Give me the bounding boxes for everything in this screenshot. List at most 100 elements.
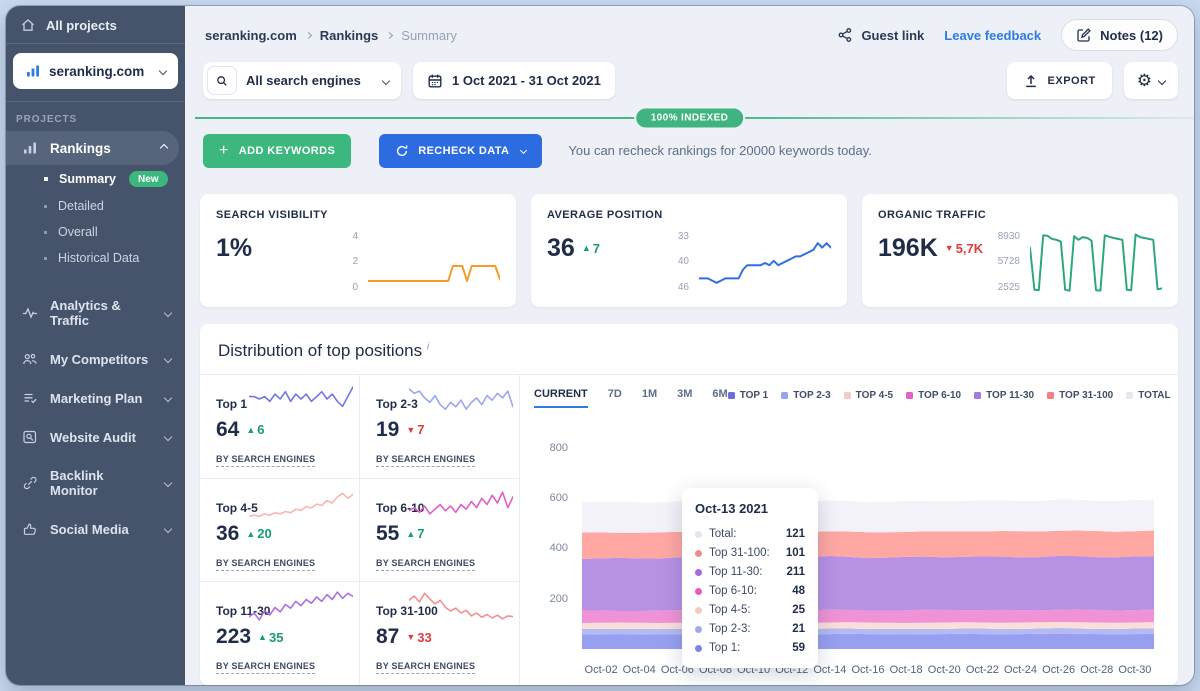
sidebar-item-detailed[interactable]: Detailed <box>6 193 185 219</box>
legend-top-1[interactable]: TOP 1 <box>728 390 769 401</box>
stacked-area-plot[interactable] <box>582 448 1154 649</box>
settings-button[interactable]: ⚙ <box>1124 62 1178 99</box>
down-arrow-icon: ▼ <box>406 632 415 642</box>
average-position-card[interactable]: AVERAGE POSITION 36 ▲7 334046 <box>531 194 847 307</box>
y-axis-ticks: 893057282525 <box>986 230 1020 296</box>
search-engines-select[interactable]: All search engines <box>203 62 401 99</box>
by-search-engines-toggle[interactable]: BY SEARCH ENGINES <box>216 454 315 467</box>
legend-swatch <box>1126 392 1133 399</box>
mini-stat-top-1[interactable]: Top 1 64 ▲6 BY SEARCH ENGINES <box>200 375 359 478</box>
bullet-icon <box>44 177 48 181</box>
project-selector[interactable]: seranking.com <box>13 53 178 89</box>
tab-3m[interactable]: 3M <box>677 388 692 408</box>
legend-top-2-3[interactable]: TOP 2-3 <box>781 390 830 401</box>
sidebar-item-rankings[interactable]: Rankings <box>6 131 179 165</box>
notes-label: Notes (12) <box>1100 28 1163 43</box>
by-search-engines-toggle[interactable]: BY SEARCH ENGINES <box>376 558 475 571</box>
tab-6m[interactable]: 6M <box>712 388 727 408</box>
chart-legend: TOP 1 TOP 2-3 TOP 4-5 TOP 6-10 TOP 11-30… <box>728 388 1171 401</box>
search-visibility-card[interactable]: SEARCH VISIBILITY 1% 420 <box>200 194 516 307</box>
top2-3-sparkline <box>409 382 513 416</box>
top-31-100-dot-icon <box>695 550 702 557</box>
export-button[interactable]: EXPORT <box>1007 62 1112 99</box>
chevron-up-icon <box>160 144 168 152</box>
breadcrumb-project[interactable]: seranking.com <box>205 28 297 43</box>
add-keywords-button[interactable]: + ADD KEYWORDS <box>203 134 351 168</box>
date-range-picker[interactable]: 1 Oct 2021 - 31 Oct 2021 <box>413 62 615 99</box>
positions-chart-pane: CURRENT 7D 1M 3M 6M TOP 1 TOP 2-3 TOP 4-… <box>520 375 1178 685</box>
export-icon <box>1023 73 1039 89</box>
by-search-engines-toggle[interactable]: BY SEARCH ENGINES <box>216 558 315 571</box>
chart-controls: CURRENT 7D 1M 3M 6M TOP 1 TOP 2-3 TOP 4-… <box>534 388 1162 408</box>
tab-current[interactable]: CURRENT <box>534 388 588 408</box>
rankings-label: Rankings <box>50 141 111 156</box>
chart-tooltip: Oct-13 2021 Total:121 Top 31-100:101 Top… <box>682 488 818 668</box>
by-search-engines-toggle[interactable]: BY SEARCH ENGINES <box>216 661 315 674</box>
backlink-label: Backlink Monitor <box>50 468 153 498</box>
export-label: EXPORT <box>1048 75 1096 87</box>
down-arrow-icon: ▼ <box>406 425 415 435</box>
detailed-label: Detailed <box>58 199 104 213</box>
bar-chart-icon <box>25 63 41 79</box>
guest-link-button[interactable]: Guest link <box>837 27 924 43</box>
by-search-engines-toggle[interactable]: BY SEARCH ENGINES <box>376 661 475 674</box>
tab-7d[interactable]: 7D <box>608 388 622 408</box>
plus-icon: + <box>219 143 229 159</box>
chevron-down-icon <box>164 309 172 317</box>
up-arrow-icon: ▲ <box>406 529 415 539</box>
tooltip-row: Top 6-10:48 <box>695 582 805 601</box>
leave-feedback-link[interactable]: Leave feedback <box>944 28 1041 43</box>
mini-stat-top-11-30[interactable]: Top 11-30 223 ▲35 BY SEARCH ENGINES <box>200 582 359 685</box>
distribution-card: Distribution of top positions i Top 1 64… <box>200 324 1178 685</box>
sidebar-item-analytics-traffic[interactable]: Analytics & Traffic <box>6 288 185 338</box>
stat-title: SEARCH VISIBILITY <box>216 209 500 221</box>
top-4-5-dot-icon <box>695 607 702 614</box>
home-icon <box>20 17 36 33</box>
search-icon[interactable] <box>207 66 237 95</box>
position-sparkline <box>699 230 831 296</box>
legend-total[interactable]: TOTAL <box>1126 390 1170 401</box>
chevron-down-icon <box>1158 76 1166 84</box>
sidebar-item-summary[interactable]: Summary New <box>6 165 185 193</box>
sidebar-item-all-projects[interactable]: All projects <box>6 6 185 44</box>
info-icon[interactable]: i <box>427 341 429 352</box>
legend-top-6-10[interactable]: TOP 6-10 <box>906 390 961 401</box>
sidebar-item-my-competitors[interactable]: My Competitors <box>6 341 185 377</box>
by-search-engines-toggle[interactable]: BY SEARCH ENGINES <box>376 454 475 467</box>
legend-top-31-100[interactable]: TOP 31-100 <box>1047 390 1113 401</box>
sidebar-item-historical-data[interactable]: Historical Data <box>6 245 185 271</box>
legend-top-11-30[interactable]: TOP 11-30 <box>974 390 1034 401</box>
social-media-label: Social Media <box>50 522 129 537</box>
rankings-icon <box>22 140 38 156</box>
visibility-sparkline <box>368 230 500 296</box>
sidebar-item-website-audit[interactable]: Website Audit <box>6 419 185 455</box>
mini-stat-top-4-5[interactable]: Top 4-5 36 ▲20 BY SEARCH ENGINES <box>200 479 359 582</box>
top1-sparkline <box>249 382 353 416</box>
notes-pencil-icon <box>1076 27 1092 43</box>
recheck-data-button[interactable]: RECHECK DATA <box>379 134 542 168</box>
sidebar-item-marketing-plan[interactable]: Marketing Plan <box>6 380 185 416</box>
stat-delta: ▼5,7K <box>945 241 983 256</box>
sidebar-item-overall[interactable]: Overall <box>6 219 185 245</box>
mini-stat-top-31-100[interactable]: Top 31-100 87 ▼33 BY SEARCH ENGINES <box>359 582 519 685</box>
sidebar-divider <box>6 101 185 102</box>
top6-10-sparkline <box>409 486 513 520</box>
chevron-right-icon <box>386 31 393 38</box>
sidebar-item-backlink-monitor[interactable]: Backlink Monitor <box>6 458 185 508</box>
sidebar: All projects seranking.com PROJECTS Rank… <box>6 6 185 685</box>
tab-1m[interactable]: 1M <box>642 388 657 408</box>
y-axis-ticks: 334046 <box>655 230 689 296</box>
period-tabs: CURRENT 7D 1M 3M 6M <box>534 388 728 408</box>
sidebar-item-social-media[interactable]: Social Media <box>6 511 185 547</box>
organic-traffic-card[interactable]: ORGANIC TRAFFIC 196K ▼5,7K 893057282525 <box>862 194 1178 307</box>
legend-top-4-5[interactable]: TOP 4-5 <box>844 390 893 401</box>
top-11-30-dot-icon <box>695 569 702 576</box>
tooltip-row: Top 2-3:21 <box>695 620 805 639</box>
breadcrumb-rankings[interactable]: Rankings <box>320 28 379 43</box>
top31-100-sparkline <box>409 589 513 623</box>
mini-stat-top-2-3[interactable]: Top 2-3 19 ▼7 BY SEARCH ENGINES <box>359 375 519 478</box>
add-keywords-label: ADD KEYWORDS <box>239 145 335 157</box>
mini-stat-top-6-10[interactable]: Top 6-10 55 ▲7 BY SEARCH ENGINES <box>359 479 519 582</box>
notes-button[interactable]: Notes (12) <box>1061 19 1178 51</box>
projects-section-label: PROJECTS <box>6 112 185 131</box>
